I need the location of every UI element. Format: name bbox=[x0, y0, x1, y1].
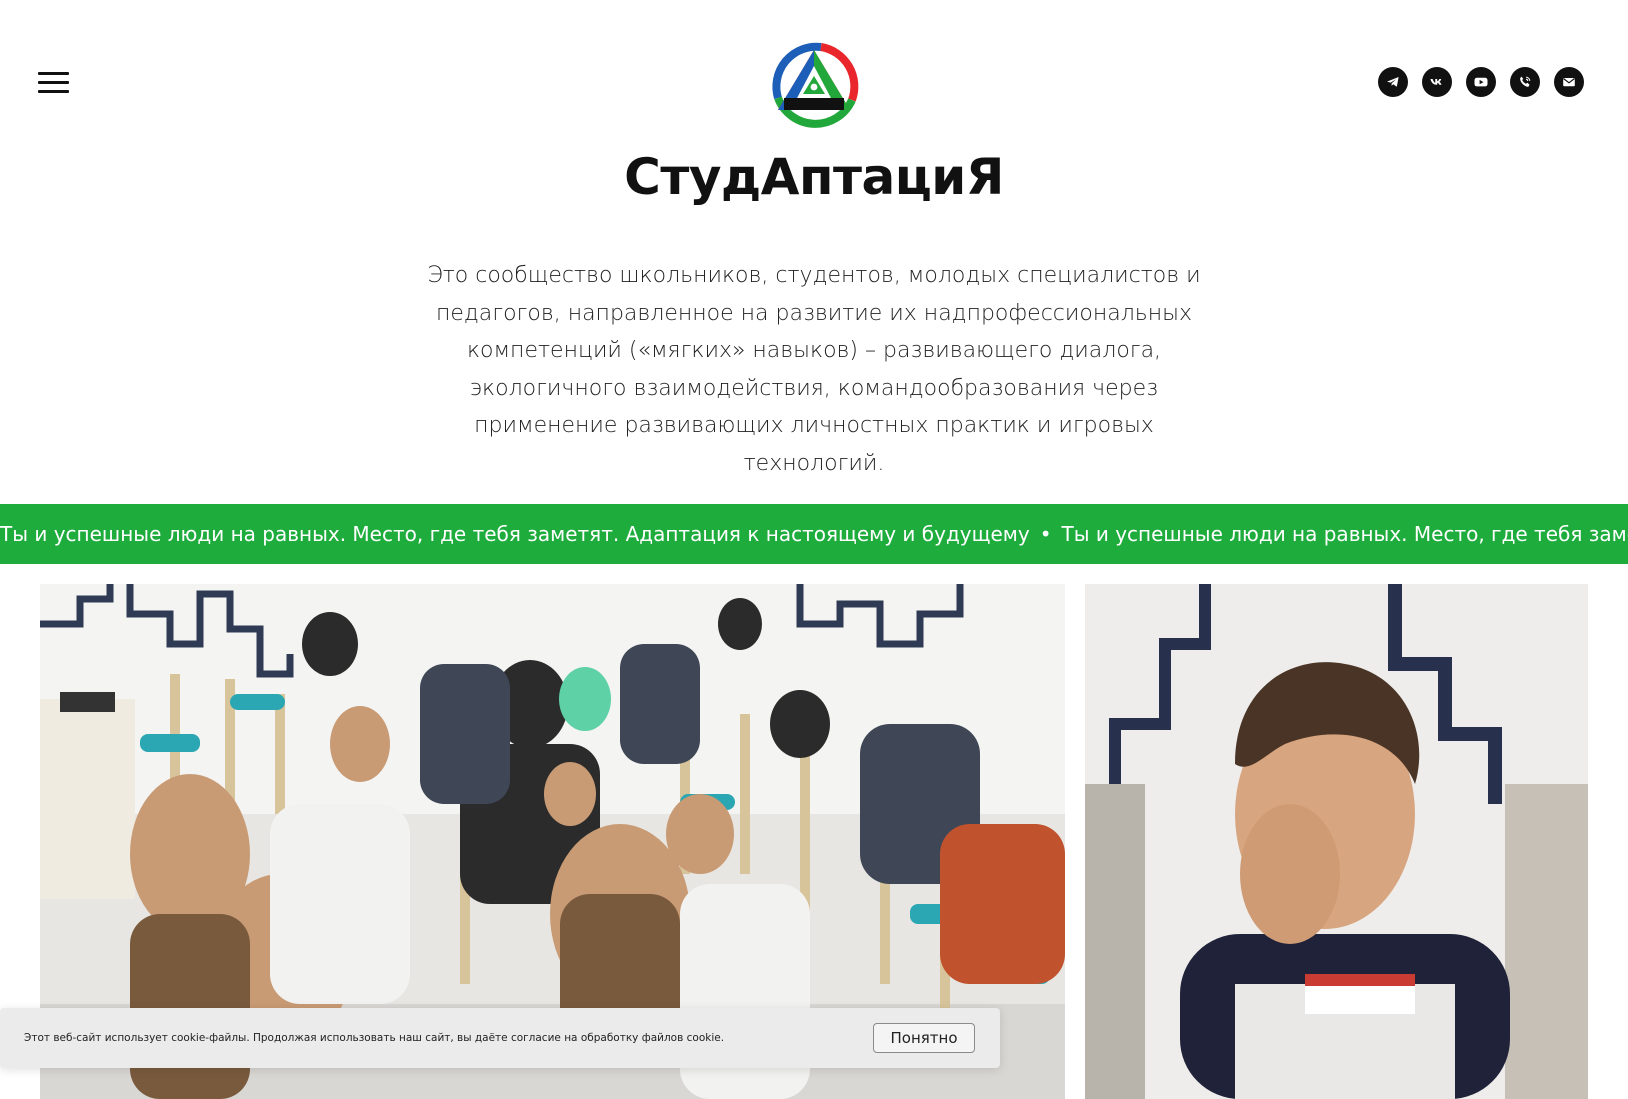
phone-icon[interactable] bbox=[1510, 67, 1540, 97]
cookie-banner-text: Этот веб-сайт использует cookie-файлы. П… bbox=[24, 1032, 725, 1044]
cookie-banner: Этот веб-сайт использует cookie-файлы. П… bbox=[0, 1008, 1000, 1068]
vk-icon[interactable] bbox=[1422, 67, 1452, 97]
marquee-banner: Ты и успешные люди на равных. Место, где… bbox=[0, 504, 1628, 564]
telegram-icon[interactable] bbox=[1378, 67, 1408, 97]
youtube-icon[interactable] bbox=[1466, 67, 1496, 97]
marquee-text: Ты и успешные люди на равных. Место, где… bbox=[0, 522, 1030, 546]
email-icon[interactable] bbox=[1554, 67, 1584, 97]
cookie-accept-button[interactable]: Понятно bbox=[873, 1023, 975, 1053]
marquee-track: Ты и успешные люди на равных. Место, где… bbox=[0, 504, 1628, 564]
intro-text: Это сообщество школьников, студентов, мо… bbox=[427, 263, 1201, 476]
marquee-separator: • bbox=[1039, 522, 1052, 546]
social-links bbox=[1378, 67, 1584, 97]
brand-name: СтудАптациЯ bbox=[624, 148, 1004, 206]
hamburger-menu-icon[interactable] bbox=[38, 72, 69, 94]
brand-logo[interactable] bbox=[764, 36, 864, 136]
student-portrait-photo[interactable] bbox=[1085, 584, 1588, 1099]
marquee-text: Ты и успешные люди на равных. Место, где… bbox=[1061, 522, 1628, 546]
